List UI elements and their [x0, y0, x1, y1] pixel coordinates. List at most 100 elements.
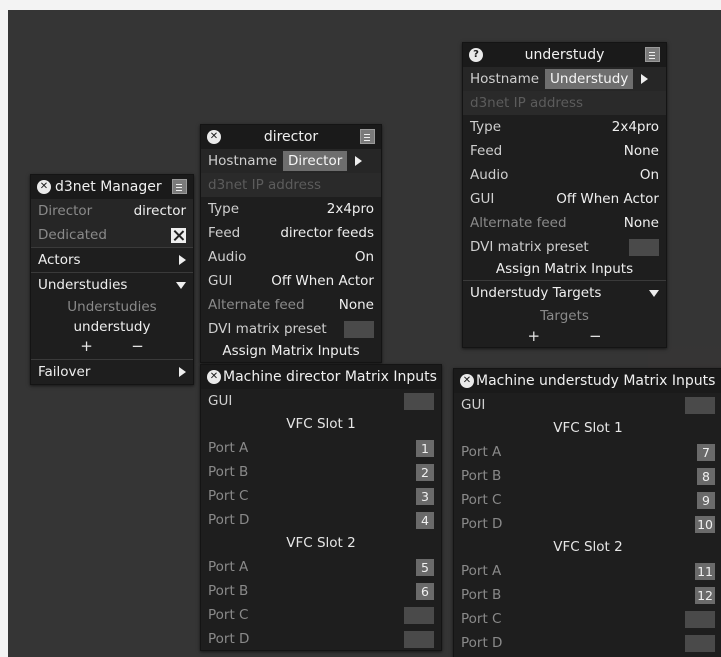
port-input-field[interactable]: 8: [697, 467, 715, 485]
port-input-field[interactable]: 2: [416, 463, 434, 481]
port-row: Port B 12: [454, 583, 721, 607]
understudies-list-header: Understudies: [31, 297, 193, 317]
gui-row: GUI: [201, 389, 441, 413]
understudy-item-label: understudy: [73, 319, 151, 335]
port-label: Port A: [461, 563, 502, 579]
node-canvas[interactable]: ✕ d3net Manager Director director Dedica…: [8, 10, 721, 657]
d3net-manager-titlebar[interactable]: ✕ d3net Manager: [31, 175, 193, 199]
ip-address-field[interactable]: d3net IP address: [201, 173, 381, 197]
type-value[interactable]: 2x4pro: [612, 115, 659, 139]
alternate-feed-value[interactable]: None: [624, 211, 659, 235]
gui-value[interactable]: Off When Actor: [271, 269, 374, 293]
expand-right-icon[interactable]: [641, 74, 649, 84]
remove-understudy-button[interactable]: −: [131, 337, 144, 357]
vfc-slot-2-header: VFC Slot 2: [286, 535, 356, 551]
alternate-feed-label: Alternate feed: [208, 297, 305, 313]
gui-value[interactable]: Off When Actor: [556, 187, 659, 211]
expand-right-icon[interactable]: [179, 255, 186, 265]
close-icon[interactable]: ✕: [460, 374, 474, 388]
director-title: director: [263, 129, 319, 145]
port-input-field[interactable]: [685, 634, 715, 652]
close-icon[interactable]: ✕: [37, 180, 51, 194]
port-input-field[interactable]: 1: [416, 439, 434, 457]
alternate-feed-value[interactable]: None: [339, 293, 374, 317]
understudy-targets-row[interactable]: Understudy Targets: [463, 280, 666, 305]
port-row: Port A 7: [454, 440, 721, 464]
port-input-field[interactable]: 10: [695, 515, 715, 533]
port-label: Port A: [208, 440, 249, 456]
director-matrix-titlebar[interactable]: ✕ Machine director Matrix Inputs: [201, 365, 441, 389]
understudy-titlebar[interactable]: ? understudy: [463, 43, 666, 67]
director-label: Director: [38, 203, 93, 219]
gui-row[interactable]: GUI Off When Actor: [463, 187, 666, 211]
port-input-field[interactable]: 7: [697, 443, 715, 461]
understudy-matrix-titlebar[interactable]: ✕ Machine understudy Matrix Inputs: [454, 369, 721, 393]
assign-matrix-inputs-button[interactable]: Assign Matrix Inputs: [463, 259, 666, 280]
assign-matrix-inputs-label: Assign Matrix Inputs: [222, 343, 360, 359]
ip-address-placeholder: d3net IP address: [208, 177, 322, 193]
hostname-field[interactable]: Director: [283, 151, 348, 171]
expand-right-icon[interactable]: [179, 367, 186, 377]
port-input-field[interactable]: [685, 610, 715, 628]
dvi-matrix-preset-row: DVI matrix preset: [463, 235, 666, 259]
expand-down-icon[interactable]: [176, 281, 186, 289]
director-titlebar[interactable]: ✕ director: [201, 125, 381, 149]
add-target-button[interactable]: +: [527, 327, 540, 347]
close-icon[interactable]: ✕: [207, 130, 221, 144]
edit-icon[interactable]: [172, 179, 187, 194]
edit-icon[interactable]: [360, 129, 375, 144]
expand-right-icon[interactable]: [355, 156, 363, 166]
alternate-feed-row[interactable]: Alternate feed None: [201, 293, 381, 317]
understudies-list-item[interactable]: understudy: [31, 317, 193, 337]
audio-row[interactable]: Audio On: [463, 163, 666, 187]
understudies-row[interactable]: Understudies: [31, 272, 193, 297]
port-input-field[interactable]: 5: [416, 558, 434, 576]
port-input-field[interactable]: 4: [416, 511, 434, 529]
director-value[interactable]: director: [134, 199, 186, 223]
ip-address-field[interactable]: d3net IP address: [463, 91, 666, 115]
type-label: Type: [470, 119, 502, 135]
alternate-feed-row[interactable]: Alternate feed None: [463, 211, 666, 235]
port-input-field[interactable]: 12: [695, 586, 715, 604]
feed-row[interactable]: Feed director feeds: [201, 221, 381, 245]
feed-label: Feed: [208, 225, 241, 241]
gui-row: GUI: [454, 393, 721, 417]
type-value[interactable]: 2x4pro: [327, 197, 374, 221]
audio-value[interactable]: On: [355, 245, 374, 269]
port-input-field[interactable]: [404, 630, 434, 648]
failover-row[interactable]: Failover: [31, 359, 193, 384]
dvi-matrix-preset-label: DVI matrix preset: [208, 321, 327, 337]
dvi-matrix-preset-field[interactable]: [629, 238, 659, 256]
port-input-field[interactable]: 3: [416, 487, 434, 505]
director-row[interactable]: Director director: [31, 199, 193, 223]
dvi-matrix-preset-field[interactable]: [344, 320, 374, 338]
gui-row[interactable]: GUI Off When Actor: [201, 269, 381, 293]
port-label: Port C: [208, 607, 249, 623]
port-input-field[interactable]: 9: [697, 491, 715, 509]
edit-icon[interactable]: [645, 47, 660, 62]
actors-row[interactable]: Actors: [31, 247, 193, 272]
port-row: Port C 3: [201, 484, 441, 508]
type-row[interactable]: Type 2x4pro: [201, 197, 381, 221]
type-row[interactable]: Type 2x4pro: [463, 115, 666, 139]
hostname-field[interactable]: Understudy: [545, 69, 634, 89]
gui-input-field[interactable]: [404, 392, 434, 410]
audio-value[interactable]: On: [640, 163, 659, 187]
feed-row[interactable]: Feed None: [463, 139, 666, 163]
port-input-field[interactable]: 6: [416, 582, 434, 600]
help-icon[interactable]: ?: [469, 48, 483, 62]
feed-value[interactable]: director feeds: [280, 221, 374, 245]
port-input-field[interactable]: [404, 606, 434, 624]
port-label: Port B: [208, 583, 249, 599]
audio-row[interactable]: Audio On: [201, 245, 381, 269]
assign-matrix-inputs-button[interactable]: Assign Matrix Inputs: [201, 341, 381, 362]
remove-target-button[interactable]: −: [589, 327, 602, 347]
expand-down-icon[interactable]: [649, 289, 659, 297]
port-input-field[interactable]: 11: [695, 562, 715, 580]
dedicated-checkbox[interactable]: [171, 227, 186, 243]
gui-input-field[interactable]: [685, 396, 715, 414]
close-icon[interactable]: ✕: [207, 370, 221, 384]
feed-value[interactable]: None: [624, 139, 659, 163]
add-understudy-button[interactable]: +: [80, 337, 93, 357]
hostname-label: Hostname: [208, 153, 278, 169]
